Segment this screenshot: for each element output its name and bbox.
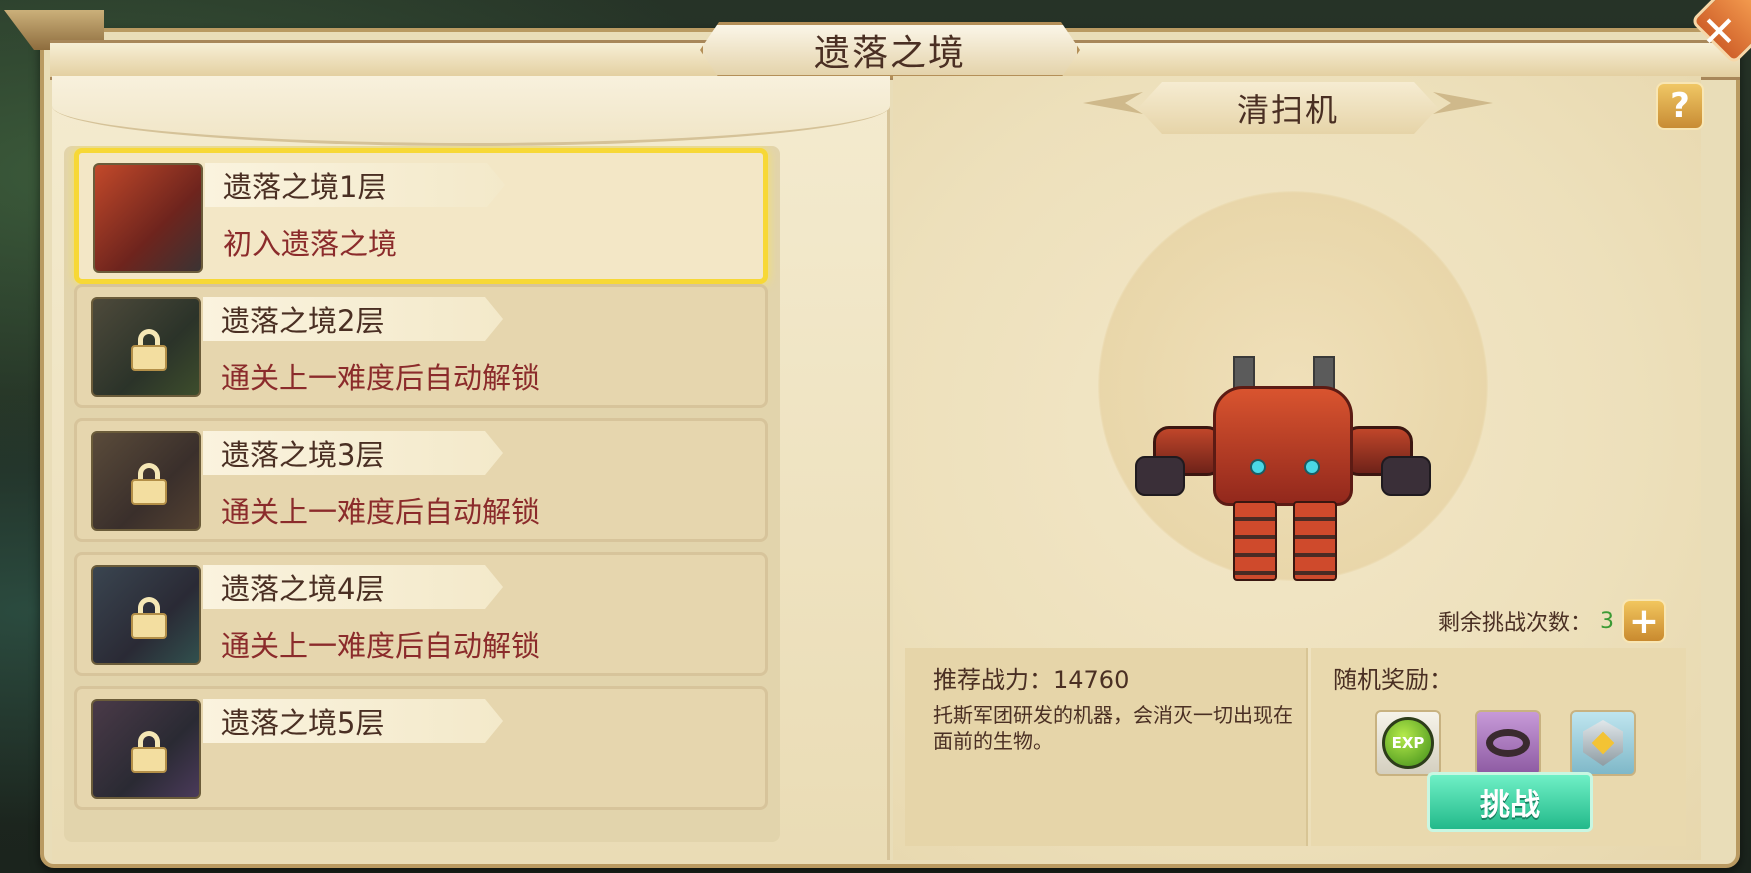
robot-claw: [1381, 456, 1431, 496]
level-name-plate: 遗落之境3层: [203, 431, 503, 475]
help-button[interactable]: ?: [1656, 82, 1704, 130]
level-desc: 通关上一难度后自动解锁: [221, 361, 541, 395]
lock-icon: [131, 597, 167, 639]
robot-claw: [1135, 456, 1185, 496]
level-thumbnail: [91, 431, 201, 531]
level-name: 遗落之境1层: [223, 170, 387, 204]
remaining-attempts: 剩余挑战次数： 3 +: [1438, 598, 1667, 644]
medal-icon: [1583, 720, 1623, 766]
remaining-count: 3: [1600, 608, 1615, 634]
monster-detail-panel: 清扫机 ? 剩余挑战次数： 3 + 推荐战力：14760 托斯军团研发的机器，会…: [893, 76, 1704, 860]
level-thumbnail: [91, 565, 201, 665]
robot-leg: [1233, 501, 1277, 581]
reward-item-ring[interactable]: [1475, 710, 1541, 776]
level-thumbnail: [91, 699, 201, 799]
level-item-5[interactable]: 遗落之境5层: [74, 686, 768, 810]
monster-info-box: 推荐战力：14760 托斯军团研发的机器，会消灭一切出现在面前的生物。: [905, 648, 1308, 846]
title-plate: 遗落之境: [700, 22, 1080, 78]
level-desc: 通关上一难度后自动解锁: [221, 629, 541, 663]
level-name-plate: 遗落之境5层: [203, 699, 503, 743]
page-title: 遗落之境: [813, 33, 966, 74]
level-desc: 初入遗落之境: [223, 227, 398, 261]
panel-arch: [52, 76, 890, 146]
plate-ornament-left: [1083, 92, 1143, 114]
lock-icon: [131, 463, 167, 505]
level-name-plate: 遗落之境4层: [203, 565, 503, 609]
lock-icon: [131, 731, 167, 773]
level-thumbnail: [91, 297, 201, 397]
robot-eye: [1250, 459, 1266, 475]
level-desc: 通关上一难度后自动解锁: [221, 495, 541, 529]
question-icon: ?: [1670, 86, 1690, 126]
robot-eye: [1304, 459, 1320, 475]
level-list[interactable]: 遗落之境1层 初入遗落之境 遗落之境2层 通关上一难度后自动解锁 遗落之境3层 …: [64, 146, 780, 842]
exp-icon: EXP: [1382, 717, 1434, 769]
reward-item-medal[interactable]: [1570, 710, 1636, 776]
monster-figure: [1133, 356, 1433, 586]
recommended-power: 推荐战力：14760: [933, 666, 1130, 694]
reward-box: 随机奖励： EXP 挑战: [1311, 648, 1686, 846]
monster-name-plate: 清扫机: [1138, 82, 1438, 134]
monster-description: 托斯军团研发的机器，会消灭一切出现在面前的生物。: [933, 703, 1293, 753]
close-icon[interactable]: ✕: [1697, 6, 1741, 56]
level-thumbnail: [93, 163, 203, 273]
level-item-1[interactable]: 遗落之境1层 初入遗落之境: [74, 148, 768, 284]
reward-title: 随机奖励：: [1333, 666, 1453, 694]
level-name-plate: 遗落之境2层: [203, 297, 503, 341]
monster-name: 清扫机: [1236, 91, 1339, 129]
robot-leg: [1293, 501, 1337, 581]
challenge-button[interactable]: 挑战: [1427, 772, 1593, 832]
level-name: 遗落之境5层: [221, 706, 385, 740]
robot-body: [1213, 386, 1353, 506]
add-attempts-button[interactable]: +: [1622, 599, 1667, 643]
level-name: 遗落之境3层: [221, 438, 385, 472]
ring-icon: [1486, 729, 1530, 757]
level-name-plate: 遗落之境1层: [205, 163, 505, 207]
plus-icon: +: [1628, 600, 1660, 642]
level-name: 遗落之境4层: [221, 572, 385, 606]
level-item-4[interactable]: 遗落之境4层 通关上一难度后自动解锁: [74, 552, 768, 676]
lock-icon: [131, 329, 167, 371]
level-item-2[interactable]: 遗落之境2层 通关上一难度后自动解锁: [74, 284, 768, 408]
level-name: 遗落之境2层: [221, 304, 385, 338]
remaining-label: 剩余挑战次数：: [1438, 611, 1593, 636]
plate-ornament-right: [1433, 92, 1493, 114]
level-item-3[interactable]: 遗落之境3层 通关上一难度后自动解锁: [74, 418, 768, 542]
reward-item-exp[interactable]: EXP: [1375, 710, 1441, 776]
